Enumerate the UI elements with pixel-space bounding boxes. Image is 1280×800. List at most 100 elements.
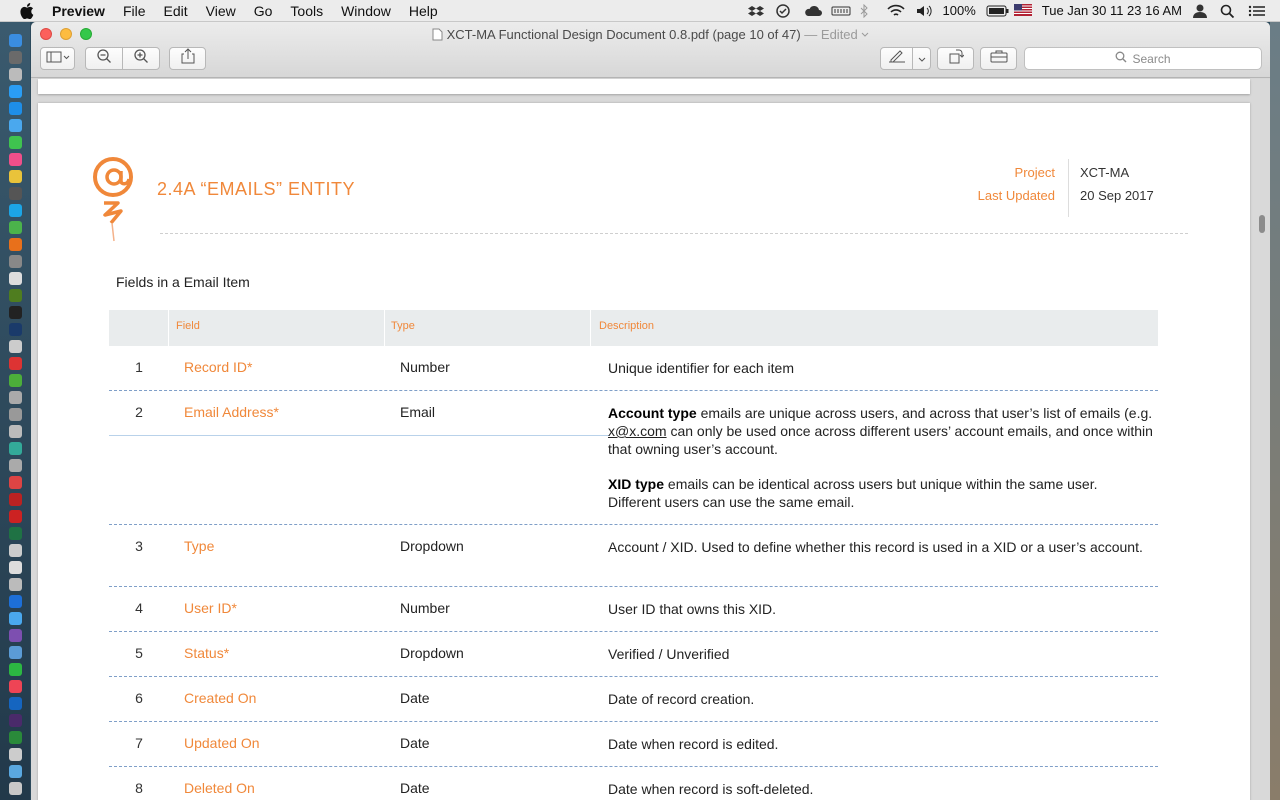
us-flag-icon[interactable] xyxy=(1013,3,1032,18)
notes-dock-icon[interactable] xyxy=(8,255,22,268)
app15-dock-icon[interactable] xyxy=(8,697,22,710)
table-row: 3 Type Dropdown Account / XID. Used to d… xyxy=(109,525,1158,587)
app4-dock-icon[interactable] xyxy=(8,408,22,421)
app2-dock-icon[interactable] xyxy=(8,340,22,353)
app11-dock-icon[interactable] xyxy=(8,578,22,591)
markup-dropdown-button[interactable] xyxy=(912,47,931,70)
safari-dock-icon[interactable] xyxy=(8,102,22,115)
bluetooth-icon[interactable] xyxy=(859,3,877,18)
battery-icon[interactable] xyxy=(986,4,1009,18)
menu-help[interactable]: Help xyxy=(409,3,438,19)
camera-dock-icon[interactable] xyxy=(8,187,22,200)
rotate-icon xyxy=(948,48,964,69)
finder-dock-icon[interactable] xyxy=(8,34,22,47)
table-row: 6 Created On Date Date of record creatio… xyxy=(109,677,1158,722)
menu-view[interactable]: View xyxy=(206,3,236,19)
memory-icon[interactable] xyxy=(831,4,851,18)
field-description: User ID that owns this XID. xyxy=(608,601,777,617)
app3-dock-icon[interactable] xyxy=(8,391,22,404)
pdf-viewer[interactable]: 2.4A “EMAILS” ENTITY Project XCT-MA Last… xyxy=(31,79,1270,800)
checkmark-icon[interactable] xyxy=(775,3,793,18)
volume-icon[interactable] xyxy=(915,4,933,18)
menu-file[interactable]: File xyxy=(123,3,146,19)
skype-dock-icon[interactable] xyxy=(8,204,22,217)
wifi-icon[interactable] xyxy=(886,4,905,18)
field-name: Status* xyxy=(184,645,230,661)
whatsapp-dock-icon[interactable] xyxy=(8,663,22,676)
menu-window[interactable]: Window xyxy=(341,3,391,19)
app16-dock-icon[interactable] xyxy=(8,714,22,727)
meta-divider xyxy=(1068,159,1069,217)
zoom-in-icon xyxy=(133,48,149,69)
dreamweaver-dock-icon[interactable] xyxy=(8,289,22,302)
viber-dock-icon[interactable] xyxy=(8,629,22,642)
appstore-dock-icon[interactable] xyxy=(8,85,22,98)
toolbox-button[interactable] xyxy=(980,47,1017,70)
messages-dock-icon[interactable] xyxy=(8,136,22,149)
app13-dock-icon[interactable] xyxy=(8,646,22,659)
search-input[interactable]: Search xyxy=(1024,47,1262,70)
column-divider xyxy=(590,310,591,346)
field-type: Dropdown xyxy=(400,538,464,554)
app12-dock-icon[interactable] xyxy=(8,612,22,625)
chrome-dock-icon[interactable] xyxy=(8,170,22,183)
launchpad-dock-icon[interactable] xyxy=(8,68,22,81)
chevron-down-icon[interactable] xyxy=(861,26,869,41)
notification-center-icon[interactable] xyxy=(1248,4,1266,18)
terminal-dock-icon[interactable] xyxy=(8,306,22,319)
field-type: Number xyxy=(400,359,450,375)
dropbox-icon[interactable] xyxy=(747,4,765,18)
app7-dock-icon[interactable] xyxy=(8,459,22,472)
app-dock-icon[interactable] xyxy=(8,51,22,64)
filezilla-dock-icon[interactable] xyxy=(8,493,22,506)
app8-dock-icon[interactable] xyxy=(8,476,22,489)
app14-dock-icon[interactable] xyxy=(8,680,22,693)
window-toolbar: XCT-MA Functional Design Document 0.8.pd… xyxy=(31,22,1270,78)
sidebar-toggle-button[interactable] xyxy=(40,47,75,70)
menubar-clock[interactable]: Tue Jan 30 11 23 16 AM xyxy=(1042,3,1182,18)
zoom-in-button[interactable] xyxy=(122,47,160,70)
field-name: User ID* xyxy=(184,600,237,616)
menu-edit[interactable]: Edit xyxy=(164,3,188,19)
window-title[interactable]: XCT-MA Functional Design Document 0.8.pd… xyxy=(31,26,1270,44)
row-number: 8 xyxy=(135,780,143,796)
app19-dock-icon[interactable] xyxy=(8,765,22,778)
brush-dock-icon[interactable] xyxy=(8,357,22,370)
firefox-dock-icon[interactable] xyxy=(8,238,22,251)
app6-dock-icon[interactable] xyxy=(8,442,22,455)
cloud-icon[interactable] xyxy=(803,4,822,18)
apple-icon[interactable] xyxy=(20,2,34,19)
user-icon[interactable] xyxy=(1192,4,1210,18)
chrome2-dock-icon[interactable] xyxy=(8,221,22,234)
rotate-button[interactable] xyxy=(937,47,974,70)
excel-dock-icon[interactable] xyxy=(8,527,22,540)
itunes-dock-icon[interactable] xyxy=(8,153,22,166)
photos-dock-icon[interactable] xyxy=(8,272,22,285)
mail-dock-icon[interactable] xyxy=(8,119,22,132)
table-row: 2 Email Address* Email Account type emai… xyxy=(109,391,1158,525)
app10-dock-icon[interactable] xyxy=(8,561,22,574)
vertical-scrollbar[interactable] xyxy=(1259,215,1265,233)
menu-app-preview[interactable]: Preview xyxy=(52,3,105,19)
email-example-link[interactable]: x@x.com xyxy=(608,423,667,439)
spotlight-search-icon[interactable] xyxy=(1220,4,1238,18)
teamviewer-dock-icon[interactable] xyxy=(8,595,22,608)
app17-dock-icon[interactable] xyxy=(8,731,22,744)
menu-go[interactable]: Go xyxy=(254,3,273,19)
trash-dock-icon[interactable] xyxy=(8,782,22,795)
share-button[interactable] xyxy=(169,47,206,70)
zoom-out-button[interactable] xyxy=(85,47,123,70)
row-number: 5 xyxy=(135,645,143,661)
photoshop-dock-icon[interactable] xyxy=(8,323,22,336)
table-caption: Fields in a Email Item xyxy=(116,274,250,290)
app9-dock-icon[interactable] xyxy=(8,544,22,557)
share-icon xyxy=(181,48,195,69)
toolbox-icon xyxy=(990,49,1008,68)
app5-dock-icon[interactable] xyxy=(8,425,22,438)
menu-tools[interactable]: Tools xyxy=(290,3,323,19)
app18-dock-icon[interactable] xyxy=(8,748,22,761)
filezilla2-dock-icon[interactable] xyxy=(8,510,22,523)
markup-button[interactable] xyxy=(880,47,913,70)
upwork-dock-icon[interactable] xyxy=(8,374,22,387)
zoom-out-icon xyxy=(96,48,112,69)
